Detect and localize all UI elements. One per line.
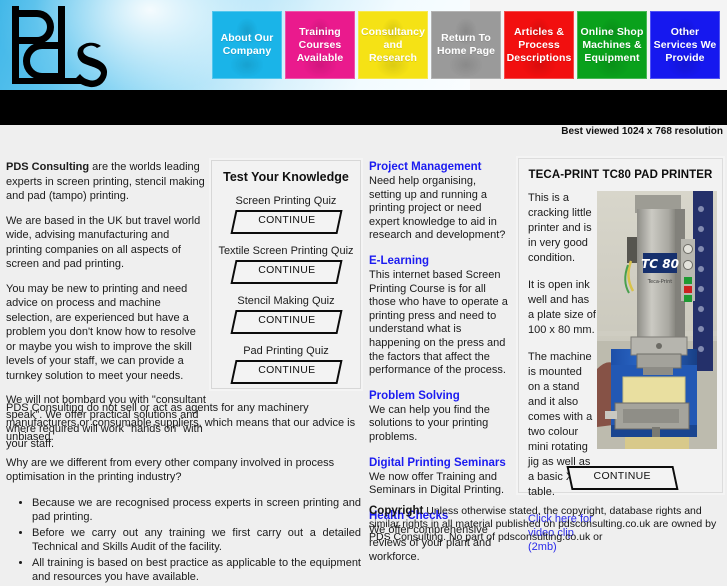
list-item: Because we are recognised process expert… [32,496,361,525]
product-continue-button[interactable]: CONTINUE [566,466,679,490]
main-navigation: About Our Company Training Courses Avail… [212,11,720,79]
quiz-textile-screen-printing-continue-button[interactable]: CONTINUE [229,260,343,284]
service-digital-printing-seminars: Digital Printing Seminars We now offer T… [369,456,509,498]
continue-label: CONTINUE [257,264,315,276]
nav-label: Online Shop Machines & Equipment [580,25,644,64]
svg-text:TC 80: TC 80 [641,257,679,271]
nav-training-courses-available[interactable]: Training Courses Available [285,11,355,79]
quiz-item: Textile Screen Printing Quiz CONTINUE [212,245,360,284]
page-root: About Our Company Training Courses Avail… [0,0,727,583]
unbiased-paragraph: PDS Consulting do not sell or act as age… [6,402,356,443]
service-body-problem-solving: We can help you find the solutions to yo… [369,403,490,443]
why-different-question: Why are we different from every other co… [6,456,335,484]
product-paragraph-2: It is open ink well and has a plate size… [528,279,596,336]
nav-label: About Our Company [220,32,274,57]
quiz-item: Pad Printing Quiz CONTINUE [212,345,360,384]
nav-return-to-home-page[interactable]: Return To Home Page [431,11,501,79]
quiz-label-pad-printing: Pad Printing Quiz [243,345,329,357]
nav-articles-process-descriptions[interactable]: Articles & Process Descriptions [504,11,574,79]
service-body-project-management: Need help organising, setting up and run… [369,175,506,242]
copyright-label: Copyright [369,505,424,517]
continue-label: CONTINUE [257,214,315,226]
pds-logo-icon[interactable] [4,2,124,88]
differentiators-section: PDS Consulting do not sell or act as age… [6,401,361,586]
service-heading-e-learning[interactable]: E-Learning [369,254,509,268]
company-name-bold: PDS Consulting [6,161,90,173]
quiz-panel-title: Test Your Knowledge [223,170,349,184]
service-heading-project-management[interactable]: Project Management [369,160,509,174]
quiz-stencil-making-continue-button[interactable]: CONTINUE [229,310,343,334]
quiz-label-stencil-making: Stencil Making Quiz [237,295,335,307]
continue-label: CONTINUE [257,314,315,326]
service-project-management: Project Management Need help organising,… [369,160,509,243]
quiz-screen-printing-continue-button[interactable]: CONTINUE [229,210,343,234]
product-continue-wrapper: CONTINUE [566,464,679,490]
nav-label: Training Courses Available [296,25,344,64]
nav-label: Articles & Process Descriptions [506,25,572,64]
service-problem-solving: Problem Solving We can help you find the… [369,389,509,445]
product-description: This is a cracking little printer and is… [528,191,596,554]
intro-paragraph-3: You may be new to printing and need advi… [6,282,196,382]
product-paragraph-1: This is a cracking little printer and is… [528,192,592,264]
intro-paragraph-1: PDS Consulting are the worlds leading ex… [6,160,208,204]
nav-online-shop-machines-equipment[interactable]: Online Shop Machines & Equipment [577,11,647,79]
quiz-label-screen-printing: Screen Printing Quiz [235,195,337,207]
list-item: Before we carry out any training we firs… [32,526,361,555]
best-viewed-note: Best viewed 1024 x 768 resolution [561,126,723,137]
nav-about-our-company[interactable]: About Our Company [212,11,282,79]
service-heading-digital-printing-seminars[interactable]: Digital Printing Seminars [369,456,509,470]
nav-consultancy-and-research[interactable]: Consultancy and Research [358,11,428,79]
product-photo: TC 80 Teca-Print [597,191,717,449]
quiz-item: Screen Printing Quiz CONTINUE [212,195,360,234]
intro-paragraph-2: We are based in the UK but travel world … [6,214,201,271]
quiz-item: Stencil Making Quiz CONTINUE [212,295,360,334]
svg-text:Teca-Print: Teca-Print [647,279,672,285]
nav-other-services-we-provide[interactable]: Other Services We Provide [650,11,720,79]
product-panel: TECA-PRINT TC80 PAD PRINTER This is a cr… [518,158,723,553]
nav-label: Return To Home Page [436,32,496,57]
service-heading-problem-solving[interactable]: Problem Solving [369,389,509,403]
header-divider-bar [0,90,727,125]
nav-label: Other Services We Provide [653,25,717,64]
site-header: About Our Company Training Courses Avail… [0,0,727,90]
service-body-digital-printing-seminars: We now offer Training and Seminars in Di… [369,470,505,497]
product-title: TECA-PRINT TC80 PAD PRINTER [528,169,713,181]
service-e-learning: E-Learning This internet based Screen Pr… [369,254,509,378]
differentiators-list: Because we are recognised process expert… [6,496,361,585]
continue-label: CONTINUE [257,364,315,376]
quiz-pad-printing-continue-button[interactable]: CONTINUE [229,360,343,384]
service-body-e-learning: This internet based Screen Printing Cour… [369,268,508,377]
copyright-notice: Copyright Unless otherwise stated, the c… [369,505,725,545]
nav-label: Consultancy and Research [360,25,426,64]
main-content: PDS Consulting are the worlds leading ex… [0,152,727,583]
list-item: All training is based on best practice a… [32,556,361,585]
quiz-label-textile-screen-printing: Textile Screen Printing Quiz [218,245,354,257]
continue-label: CONTINUE [593,470,651,482]
test-your-knowledge-panel: Test Your Knowledge Screen Printing Quiz… [211,160,361,389]
